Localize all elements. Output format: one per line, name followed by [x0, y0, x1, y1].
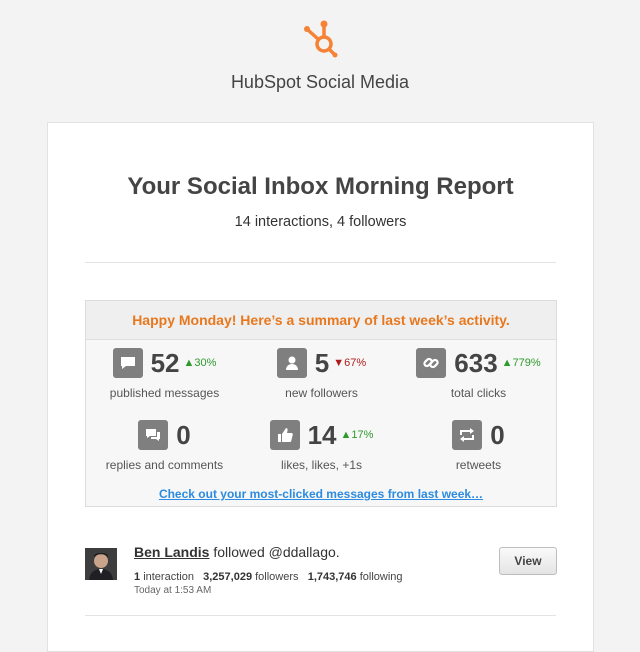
stat-likes: 14 ▲17% likes, likes, +1s — [243, 419, 400, 472]
most-clicked-link[interactable]: Check out your most-clicked messages fro… — [86, 487, 556, 501]
stat-delta-up: ▲779% — [501, 357, 541, 369]
chat-bubbles-icon — [138, 420, 169, 450]
hubspot-logo-icon — [304, 20, 338, 58]
stat-retweets: 0 retweets — [400, 419, 557, 472]
brand-name: HubSpot Social Media — [230, 72, 410, 92]
stat-label: total clicks — [450, 386, 507, 400]
stat-value: 5 — [314, 347, 330, 378]
stat-value: 0 — [490, 419, 505, 450]
divider — [85, 262, 556, 263]
user-name-link[interactable]: Ben Landis — [134, 544, 209, 560]
stat-delta-up: ▲17% — [340, 429, 374, 441]
activity-action: followed @ddallago. — [213, 544, 340, 560]
view-button[interactable]: View — [499, 547, 557, 575]
stat-delta-up: ▲30% — [183, 357, 217, 369]
person-icon — [276, 348, 307, 378]
stat-published-messages: 52 ▲30% published messages — [86, 347, 243, 401]
stat-value: 0 — [176, 419, 191, 450]
stat-label: likes, likes, +1s — [280, 458, 363, 472]
link-icon — [416, 348, 447, 378]
stat-delta-down: ▼67% — [333, 357, 367, 369]
divider — [85, 615, 556, 616]
report-subtitle: 14 interactions, 4 followers — [234, 214, 407, 230]
stat-label: published messages — [109, 386, 220, 400]
stat-value: 52 — [150, 347, 180, 378]
stat-value: 14 — [307, 419, 337, 450]
avatar[interactable] — [85, 548, 117, 580]
weekly-summary-box: Happy Monday! Here’s a summary of last w… — [85, 300, 557, 507]
report-title: Your Social Inbox Morning Report — [127, 173, 514, 200]
stat-label: replies and comments — [105, 458, 224, 472]
report-card: Your Social Inbox Morning Report 14 inte… — [47, 122, 594, 652]
activity-timestamp: Today at 1:53 AM — [134, 585, 212, 596]
retweet-icon — [452, 420, 483, 450]
stat-label: retweets — [455, 458, 502, 472]
stat-label: new followers — [285, 386, 358, 400]
summary-heading: Happy Monday! Here’s a summary of last w… — [86, 301, 556, 340]
stat-new-followers: 5 ▼67% new followers — [243, 347, 400, 400]
thumbs-up-icon — [269, 420, 300, 450]
stat-total-clicks: 633 ▲779% total clicks — [400, 347, 557, 400]
activity-text: Ben Landis followed @ddallago. — [134, 544, 340, 560]
activity-item: Ben Landis followed @ddallago. 1 interac… — [85, 543, 557, 603]
chat-bubble-icon — [112, 348, 143, 378]
stat-value: 633 — [454, 347, 498, 378]
stat-replies-comments: 0 replies and comments — [86, 419, 243, 473]
user-stats: 1 interaction 3,257,029 followers 1,743,… — [134, 571, 403, 583]
